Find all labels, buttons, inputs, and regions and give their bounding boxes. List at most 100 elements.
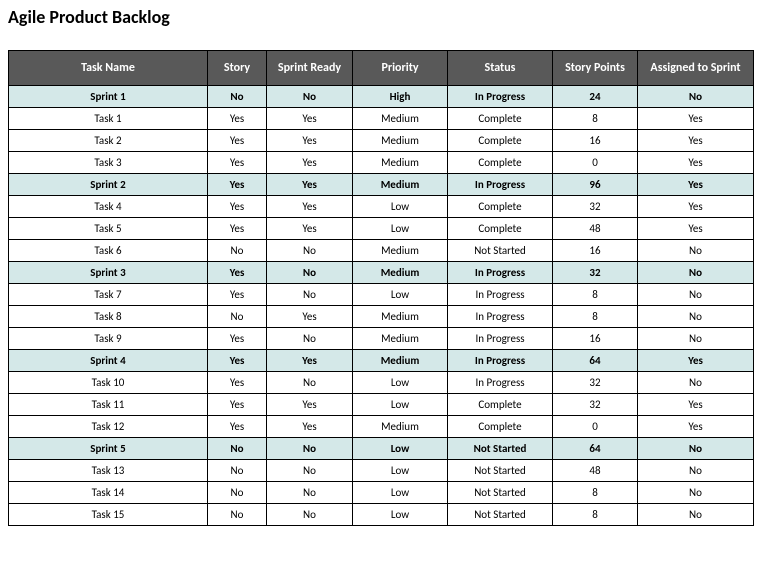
cell-points: 0 <box>553 152 638 174</box>
cell-task: Sprint 1 <box>9 86 208 108</box>
cell-points: 8 <box>553 482 638 504</box>
cell-priority: Low <box>353 460 448 482</box>
table-row: Task 11YesYesLowComplete32Yes <box>9 394 754 416</box>
cell-points: 8 <box>553 306 638 328</box>
cell-task: Sprint 5 <box>9 438 208 460</box>
cell-status: Not Started <box>448 504 553 526</box>
cell-story: No <box>208 240 267 262</box>
cell-status: Not Started <box>448 240 553 262</box>
cell-assigned: No <box>638 460 754 482</box>
cell-assigned: Yes <box>638 196 754 218</box>
cell-assigned: Yes <box>638 152 754 174</box>
cell-points: 8 <box>553 284 638 306</box>
cell-task: Task 7 <box>9 284 208 306</box>
cell-ready: No <box>267 284 353 306</box>
table-row: Sprint 3YesNoMediumIn Progress32No <box>9 262 754 284</box>
cell-story: No <box>208 438 267 460</box>
cell-assigned: No <box>638 240 754 262</box>
cell-ready: Yes <box>267 130 353 152</box>
table-row: Task 12YesYesMediumComplete0Yes <box>9 416 754 438</box>
cell-status: In Progress <box>448 372 553 394</box>
backlog-table: Task Name Story Sprint Ready Priority St… <box>8 50 754 526</box>
cell-priority: Medium <box>353 328 448 350</box>
cell-priority: Medium <box>353 108 448 130</box>
cell-ready: Yes <box>267 108 353 130</box>
cell-assigned: Yes <box>638 350 754 372</box>
cell-ready: No <box>267 482 353 504</box>
cell-priority: Medium <box>353 130 448 152</box>
cell-assigned: Yes <box>638 218 754 240</box>
table-row: Task 14NoNoLowNot Started8No <box>9 482 754 504</box>
table-row: Task 5YesYesLowComplete48Yes <box>9 218 754 240</box>
cell-task: Task 4 <box>9 196 208 218</box>
cell-points: 32 <box>553 394 638 416</box>
cell-status: In Progress <box>448 174 553 196</box>
cell-priority: High <box>353 86 448 108</box>
cell-points: 32 <box>553 372 638 394</box>
col-status: Status <box>448 51 553 86</box>
cell-priority: Low <box>353 196 448 218</box>
cell-status: Complete <box>448 196 553 218</box>
cell-status: In Progress <box>448 328 553 350</box>
table-row: Task 4YesYesLowComplete32Yes <box>9 196 754 218</box>
table-row: Sprint 2YesYesMediumIn Progress96Yes <box>9 174 754 196</box>
cell-ready: Yes <box>267 152 353 174</box>
cell-task: Sprint 3 <box>9 262 208 284</box>
table-row: Task 15NoNoLowNot Started8No <box>9 504 754 526</box>
cell-assigned: No <box>638 504 754 526</box>
cell-priority: Low <box>353 504 448 526</box>
cell-points: 32 <box>553 196 638 218</box>
cell-status: In Progress <box>448 306 553 328</box>
cell-story: Yes <box>208 350 267 372</box>
table-row: Sprint 1NoNoHighIn Progress24No <box>9 86 754 108</box>
table-row: Task 10YesNoLowIn Progress32No <box>9 372 754 394</box>
cell-story: Yes <box>208 196 267 218</box>
cell-priority: Low <box>353 482 448 504</box>
table-row: Task 6NoNoMediumNot Started16No <box>9 240 754 262</box>
cell-task: Task 6 <box>9 240 208 262</box>
cell-story: Yes <box>208 130 267 152</box>
header-row: Task Name Story Sprint Ready Priority St… <box>9 51 754 86</box>
cell-status: Complete <box>448 394 553 416</box>
cell-ready: No <box>267 86 353 108</box>
cell-status: Complete <box>448 416 553 438</box>
cell-story: Yes <box>208 284 267 306</box>
table-row: Sprint 5NoNoLowNot Started64No <box>9 438 754 460</box>
cell-ready: Yes <box>267 350 353 372</box>
cell-status: Complete <box>448 130 553 152</box>
cell-priority: Medium <box>353 174 448 196</box>
table-row: Task 1YesYesMediumComplete8Yes <box>9 108 754 130</box>
cell-points: 8 <box>553 108 638 130</box>
cell-ready: Yes <box>267 196 353 218</box>
cell-points: 48 <box>553 460 638 482</box>
cell-points: 64 <box>553 438 638 460</box>
cell-story: Yes <box>208 152 267 174</box>
cell-status: Not Started <box>448 460 553 482</box>
cell-task: Task 15 <box>9 504 208 526</box>
cell-ready: Yes <box>267 306 353 328</box>
cell-story: Yes <box>208 372 267 394</box>
table-row: Task 13NoNoLowNot Started48No <box>9 460 754 482</box>
cell-task: Task 8 <box>9 306 208 328</box>
cell-priority: Low <box>353 394 448 416</box>
cell-ready: Yes <box>267 416 353 438</box>
cell-points: 48 <box>553 218 638 240</box>
cell-priority: Low <box>353 218 448 240</box>
cell-status: Complete <box>448 218 553 240</box>
cell-ready: No <box>267 372 353 394</box>
table-row: Sprint 4YesYesMediumIn Progress64Yes <box>9 350 754 372</box>
cell-ready: No <box>267 460 353 482</box>
cell-assigned: Yes <box>638 174 754 196</box>
cell-ready: Yes <box>267 394 353 416</box>
cell-story: Yes <box>208 328 267 350</box>
cell-story: No <box>208 504 267 526</box>
col-story: Story <box>208 51 267 86</box>
cell-priority: Medium <box>353 416 448 438</box>
cell-status: In Progress <box>448 284 553 306</box>
cell-assigned: No <box>638 372 754 394</box>
cell-priority: Low <box>353 284 448 306</box>
cell-points: 16 <box>553 328 638 350</box>
cell-priority: Medium <box>353 262 448 284</box>
cell-status: Not Started <box>448 438 553 460</box>
cell-ready: Yes <box>267 218 353 240</box>
